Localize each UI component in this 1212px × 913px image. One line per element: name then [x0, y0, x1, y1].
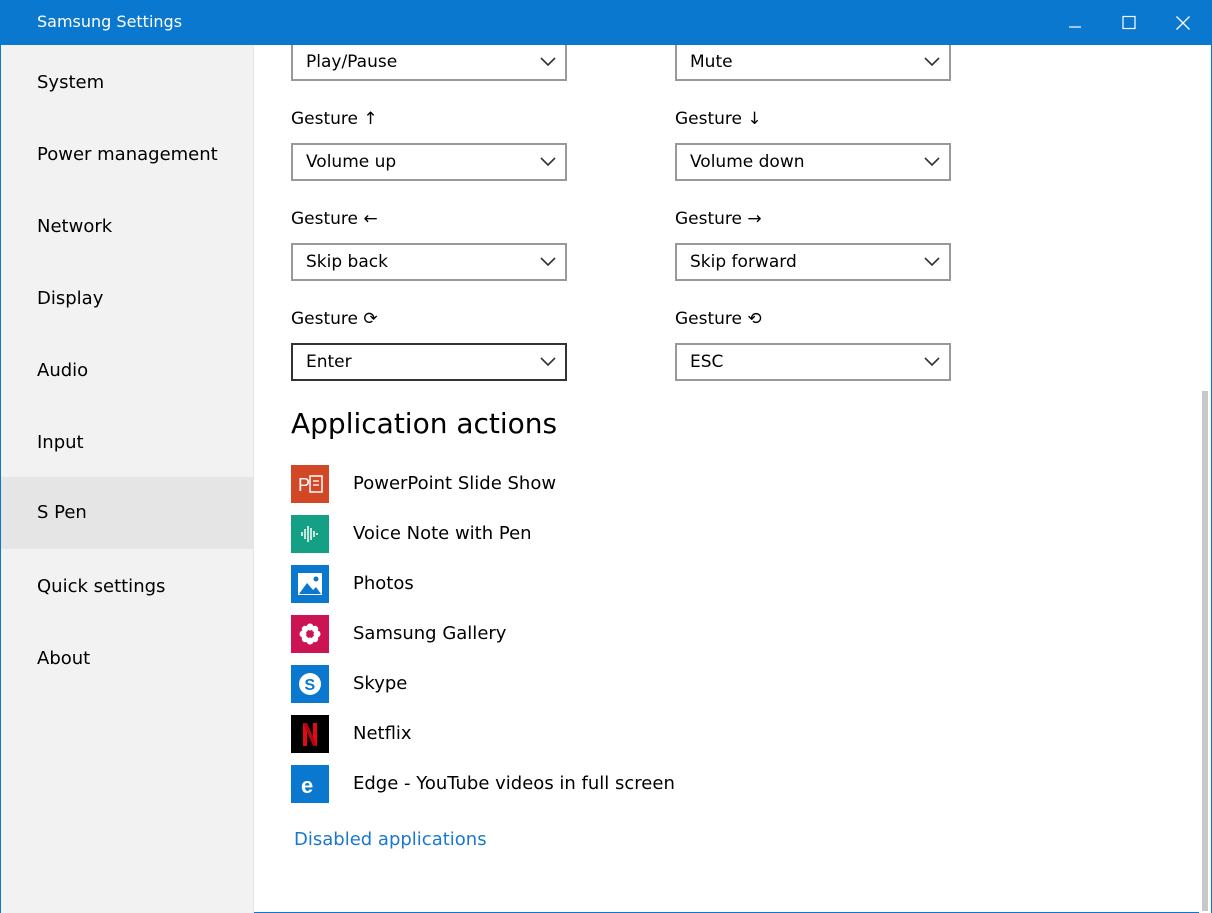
scrollbar-thumb[interactable] — [1202, 391, 1208, 911]
sidebar-item-label: Display — [37, 288, 104, 309]
maximize-button[interactable] — [1102, 1, 1156, 45]
app-row-netflix[interactable]: Netflix — [291, 715, 891, 753]
dropdown-value: Play/Pause — [306, 52, 398, 72]
gesture-up-dropdown[interactable]: Volume up — [291, 143, 567, 181]
chevron-down-icon — [540, 157, 556, 167]
gesture-clockwise-dropdown[interactable]: Enter — [291, 343, 567, 381]
gesture-top-right-dropdown[interactable]: Mute — [675, 45, 951, 81]
svg-text:e: e — [301, 773, 313, 798]
app-row-voice-note[interactable]: Voice Note with Pen — [291, 515, 891, 553]
photos-icon — [291, 565, 329, 603]
sidebar-item-about[interactable]: About — [1, 623, 254, 695]
disabled-applications-link[interactable]: Disabled applications — [294, 829, 487, 850]
dropdown-value: ESC — [690, 352, 724, 372]
gesture-up-label: Gesture ↑ — [291, 109, 378, 129]
sidebar-item-audio[interactable]: Audio — [1, 335, 254, 407]
dropdown-value: Enter — [306, 352, 352, 372]
app-label: Skype — [353, 673, 408, 694]
section-title-application-actions: Application actions — [291, 407, 558, 440]
gesture-top-left-dropdown[interactable]: Play/Pause — [291, 45, 567, 81]
sidebar-item-label: Input — [37, 432, 84, 453]
chevron-down-icon — [540, 357, 556, 367]
chevron-down-icon — [540, 257, 556, 267]
gallery-flower-icon — [291, 615, 329, 653]
sidebar-item-display[interactable]: Display — [1, 263, 254, 335]
gesture-left-label: Gesture ← — [291, 209, 378, 229]
gesture-down-label: Gesture ↓ — [675, 109, 762, 129]
sidebar: System Power management Network Display … — [1, 45, 254, 913]
sidebar-item-quick-settings[interactable]: Quick settings — [1, 551, 254, 623]
gesture-clockwise-label: Gesture ⟳ — [291, 309, 378, 329]
chevron-down-icon — [924, 57, 940, 67]
title-bar: Samsung Settings — [1, 1, 1211, 45]
sidebar-item-input[interactable]: Input — [1, 407, 254, 479]
sidebar-item-system[interactable]: System — [1, 47, 254, 119]
svg-text:S: S — [305, 677, 316, 694]
gesture-right-dropdown[interactable]: Skip forward — [675, 243, 951, 281]
sidebar-item-label: Power management — [37, 144, 218, 165]
netflix-icon — [291, 715, 329, 753]
app-label: Samsung Gallery — [353, 623, 507, 644]
gesture-counterclockwise-label: Gesture ⟲ — [675, 309, 762, 329]
window-title: Samsung Settings — [37, 12, 183, 31]
sidebar-item-label: System — [37, 72, 105, 93]
app-row-powerpoint[interactable]: P PowerPoint Slide Show — [291, 465, 891, 503]
vertical-scrollbar[interactable] — [1199, 45, 1211, 913]
skype-icon: S — [291, 665, 329, 703]
minimize-button[interactable] — [1048, 1, 1102, 45]
gesture-left-dropdown[interactable]: Skip back — [291, 243, 567, 281]
app-row-samsung-gallery[interactable]: Samsung Gallery — [291, 615, 891, 653]
app-label: Voice Note with Pen — [353, 523, 532, 544]
dropdown-value: Volume down — [690, 152, 805, 172]
gesture-down-dropdown[interactable]: Volume down — [675, 143, 951, 181]
gesture-right-label: Gesture → — [675, 209, 762, 229]
minimize-icon — [1069, 26, 1081, 28]
voice-note-icon — [291, 515, 329, 553]
dropdown-value: Volume up — [306, 152, 397, 172]
samsung-settings-window: Samsung Settings System Power management… — [0, 0, 1212, 913]
app-label: Photos — [353, 573, 414, 594]
chevron-down-icon — [924, 357, 940, 367]
dropdown-value: Skip back — [306, 252, 388, 272]
close-icon — [1176, 16, 1190, 30]
close-button[interactable] — [1156, 1, 1210, 45]
sidebar-item-label: Network — [37, 216, 113, 237]
powerpoint-icon: P — [291, 465, 329, 503]
gesture-counterclockwise-dropdown[interactable]: ESC — [675, 343, 951, 381]
dropdown-value: Skip forward — [690, 252, 797, 272]
sidebar-item-label: S Pen — [37, 502, 87, 523]
app-row-edge[interactable]: e Edge - YouTube videos in full screen — [291, 765, 891, 803]
sidebar-item-label: Quick settings — [37, 576, 166, 597]
chevron-down-icon — [540, 57, 556, 67]
maximize-icon — [1122, 15, 1136, 30]
sidebar-item-label: About — [37, 648, 91, 669]
sidebar-item-network[interactable]: Network — [1, 191, 254, 263]
sidebar-item-label: Audio — [37, 360, 89, 381]
app-row-skype[interactable]: S Skype — [291, 665, 891, 703]
chevron-down-icon — [924, 157, 940, 167]
app-label: Edge - YouTube videos in full screen — [353, 773, 675, 794]
app-label: Netflix — [353, 723, 412, 744]
svg-text:P: P — [298, 475, 310, 495]
main-content: Play/Pause Mute Gesture ↑ Gesture ↓ Volu… — [255, 45, 1199, 913]
app-row-photos[interactable]: Photos — [291, 565, 891, 603]
dropdown-value: Mute — [690, 52, 733, 72]
sidebar-item-power-management[interactable]: Power management — [1, 119, 254, 191]
chevron-down-icon — [924, 257, 940, 267]
sidebar-item-s-pen[interactable]: S Pen — [1, 477, 254, 549]
edge-icon: e — [291, 765, 329, 803]
app-label: PowerPoint Slide Show — [353, 473, 557, 494]
